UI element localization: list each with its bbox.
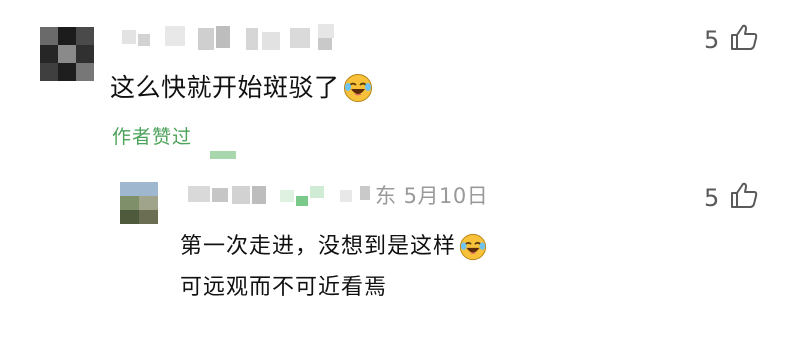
- reply-line-text: 可远观而不可近看焉: [180, 275, 388, 300]
- laughing-crying-emoji-icon: [459, 233, 487, 261]
- reply-line: 第一次走进，没想到是这样: [180, 226, 487, 267]
- reply-text: 第一次走进，没想到是这样 可远观而不可近看焉: [180, 226, 487, 308]
- laughing-crying-emoji-icon: [343, 73, 373, 103]
- comment-like-count: 5: [704, 26, 720, 54]
- comment-like-button[interactable]: 5: [704, 22, 759, 58]
- author-liked-redacted: [210, 151, 236, 159]
- reply-avatar[interactable]: [120, 182, 158, 224]
- thumbs-up-icon: [729, 22, 759, 58]
- avatar[interactable]: [40, 27, 94, 81]
- comment-text-content: 这么快就开始斑驳了: [110, 73, 340, 102]
- reply-line-text: 第一次走进，没想到是这样: [180, 234, 457, 259]
- comment-text: 这么快就开始斑驳了: [110, 68, 373, 108]
- reply-like-button[interactable]: 5: [704, 180, 759, 216]
- reply-like-count: 5: [704, 184, 720, 212]
- reply-meta: 东 5月10日: [375, 184, 489, 208]
- author-liked-label: 作者赞过: [112, 126, 193, 148]
- thumbs-up-icon: [729, 180, 759, 216]
- reply-line: 可远观而不可近看焉: [180, 267, 487, 308]
